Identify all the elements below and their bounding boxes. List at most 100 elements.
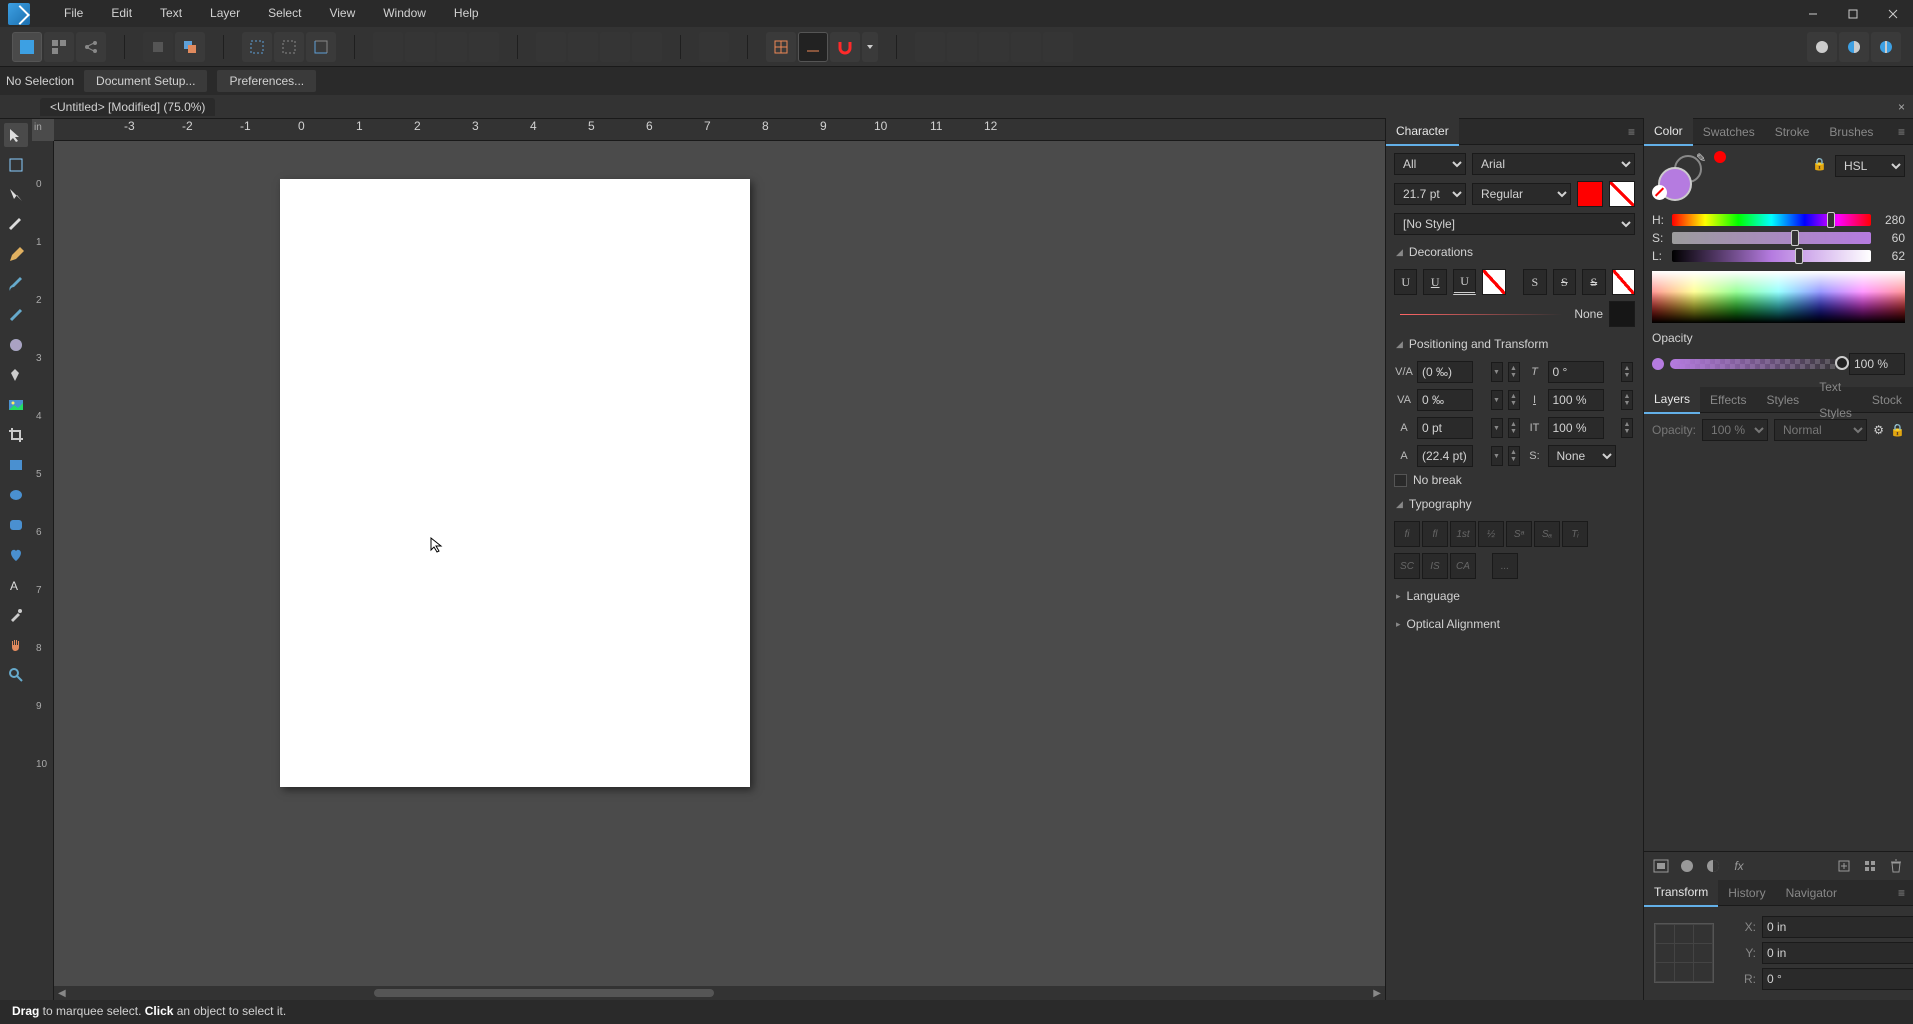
sat-slider[interactable] [1672, 232, 1871, 244]
underline-single-button[interactable]: U [1423, 269, 1446, 295]
y-input[interactable] [1762, 942, 1913, 964]
toolbar-flip-h-icon[interactable] [536, 32, 566, 62]
add-layer-icon[interactable] [1833, 856, 1855, 876]
document-tab[interactable]: <Untitled> [Modified] (75.0%) [40, 98, 215, 116]
stroke-tab[interactable]: Stroke [1765, 119, 1820, 145]
text-stroke-swatch[interactable] [1609, 181, 1635, 207]
toolbar-deselect-icon[interactable] [274, 32, 304, 62]
menu-file[interactable]: File [50, 0, 97, 27]
color-mode-select[interactable]: HSL [1835, 155, 1905, 177]
lit-slider[interactable] [1672, 250, 1871, 262]
transform-panel-menu-icon[interactable]: ≡ [1890, 886, 1913, 900]
toolbar-align-more-icon[interactable] [469, 32, 499, 62]
hscale-input[interactable] [1548, 389, 1604, 411]
heart-tool[interactable] [4, 543, 28, 567]
pencil-tool[interactable] [4, 243, 28, 267]
gradient-tool[interactable] [4, 333, 28, 357]
underline-double-button[interactable]: U [1453, 269, 1476, 295]
menu-window[interactable]: Window [369, 0, 440, 27]
scroll-right-icon[interactable]: ▶ [1373, 988, 1381, 999]
layer-mask-icon[interactable] [1650, 856, 1672, 876]
text-fill-swatch[interactable] [1577, 181, 1603, 207]
node-tool[interactable] [4, 183, 28, 207]
toolbar-snap-dropdown-icon[interactable] [862, 32, 878, 62]
typo-superscript[interactable]: Sᵃ [1506, 521, 1532, 547]
toolbar-snap-grid-icon[interactable] [766, 32, 796, 62]
strike-color-swatch[interactable] [1612, 269, 1635, 295]
layer-fx-icon[interactable]: fx [1728, 856, 1750, 876]
kerning-input[interactable] [1417, 361, 1473, 383]
crop-tool[interactable] [4, 423, 28, 447]
toolbar-rotate-ccw-icon[interactable] [632, 32, 662, 62]
brushes-tab[interactable]: Brushes [1819, 119, 1883, 145]
toolbar-boolean-intersect-icon[interactable] [979, 32, 1009, 62]
stock-tab[interactable]: Stock [1862, 387, 1912, 413]
horizontal-scroll-thumb[interactable] [374, 989, 714, 997]
color-panel-menu-icon[interactable]: ≡ [1890, 125, 1913, 139]
no-color-icon[interactable] [1652, 185, 1667, 200]
baseline-input[interactable] [1417, 417, 1473, 439]
swatches-tab[interactable]: Swatches [1693, 119, 1765, 145]
typo-ligature-fi[interactable]: fi [1394, 521, 1420, 547]
toolbar-snap-baseline-icon[interactable] [798, 32, 828, 62]
toolbar-share-icon[interactable] [76, 32, 106, 62]
decoration-line-swatch[interactable] [1609, 301, 1635, 327]
layer-opacity-select[interactable]: 100 % [1702, 419, 1768, 441]
rectangle-tool[interactable] [4, 453, 28, 477]
shear-stepper[interactable]: ▲▼ [1621, 362, 1633, 382]
strike-none-button[interactable]: S [1523, 269, 1546, 295]
color-lock-icon[interactable]: 🔒 [1808, 155, 1831, 177]
anchor-selector[interactable] [1654, 923, 1714, 983]
toolbar-view-split-icon[interactable] [1839, 32, 1869, 62]
no-break-checkbox[interactable] [1394, 474, 1407, 487]
text-tool[interactable]: A [4, 573, 28, 597]
hand-tool[interactable] [4, 633, 28, 657]
toolbar-align-right-icon[interactable] [437, 32, 467, 62]
text-style-select[interactable]: [No Style] [1394, 213, 1635, 235]
kerning-stepper[interactable]: ▲▼ [1508, 362, 1520, 382]
strike-double-button[interactable]: S [1582, 269, 1605, 295]
typo-smallcaps[interactable]: SC [1394, 553, 1420, 579]
opacity-slider[interactable] [1670, 359, 1843, 369]
leading-input[interactable] [1417, 445, 1473, 467]
canvas-page[interactable] [280, 179, 750, 787]
typo-allsmall[interactable]: IS [1422, 553, 1448, 579]
toolbar-select-invert-icon[interactable] [306, 32, 336, 62]
menu-text[interactable]: Text [146, 0, 196, 27]
opacity-input[interactable] [1849, 353, 1905, 375]
place-image-tool[interactable] [4, 393, 28, 417]
artboard-tool[interactable] [4, 153, 28, 177]
navigator-tab[interactable]: Navigator [1776, 880, 1847, 906]
toolbar-boolean-xor-icon[interactable] [1011, 32, 1041, 62]
toolbar-magnet-icon[interactable] [830, 32, 860, 62]
kerning-dropdown[interactable]: ▼ [1491, 362, 1503, 382]
menu-view[interactable]: View [315, 0, 369, 27]
shear-input[interactable] [1548, 361, 1604, 383]
language-section[interactable]: ▸Language [1394, 585, 1635, 607]
typo-titling[interactable]: Tᵢ [1562, 521, 1588, 547]
toolbar-rotate-cw-icon[interactable] [600, 32, 630, 62]
vscale-input[interactable] [1548, 417, 1604, 439]
document-setup-button[interactable]: Document Setup... [84, 70, 207, 92]
typo-ligature-fl[interactable]: fl [1422, 521, 1448, 547]
underline-color-swatch[interactable] [1482, 269, 1505, 295]
fill-tool[interactable] [4, 303, 28, 327]
toolbar-assets-icon[interactable] [44, 32, 74, 62]
blend-mode-select[interactable]: Normal [1774, 419, 1867, 441]
color-well[interactable]: ✎ [1652, 155, 1712, 205]
horizontal-scrollbar[interactable]: ◀ ▶ [54, 986, 1385, 1000]
menu-layer[interactable]: Layer [196, 0, 254, 27]
zoom-tool[interactable] [4, 663, 28, 687]
toolbar-flip-v-icon[interactable] [568, 32, 598, 62]
toolbar-boolean-divide-icon[interactable] [1043, 32, 1073, 62]
eyedropper-tool[interactable] [4, 603, 28, 627]
scroll-left-icon[interactable]: ◀ [58, 988, 66, 999]
effects-tab[interactable]: Effects [1700, 387, 1756, 413]
toolbar-order-back-icon[interactable] [143, 32, 173, 62]
toolbar-view-single-icon[interactable] [1807, 32, 1837, 62]
transform-tab[interactable]: Transform [1644, 879, 1718, 907]
eyedropper-icon[interactable]: ✎ [1696, 151, 1706, 165]
positioning-section[interactable]: ◢Positioning and Transform [1394, 333, 1635, 355]
layer-list[interactable] [1644, 447, 1913, 851]
typo-more-button[interactable]: ... [1492, 553, 1518, 579]
